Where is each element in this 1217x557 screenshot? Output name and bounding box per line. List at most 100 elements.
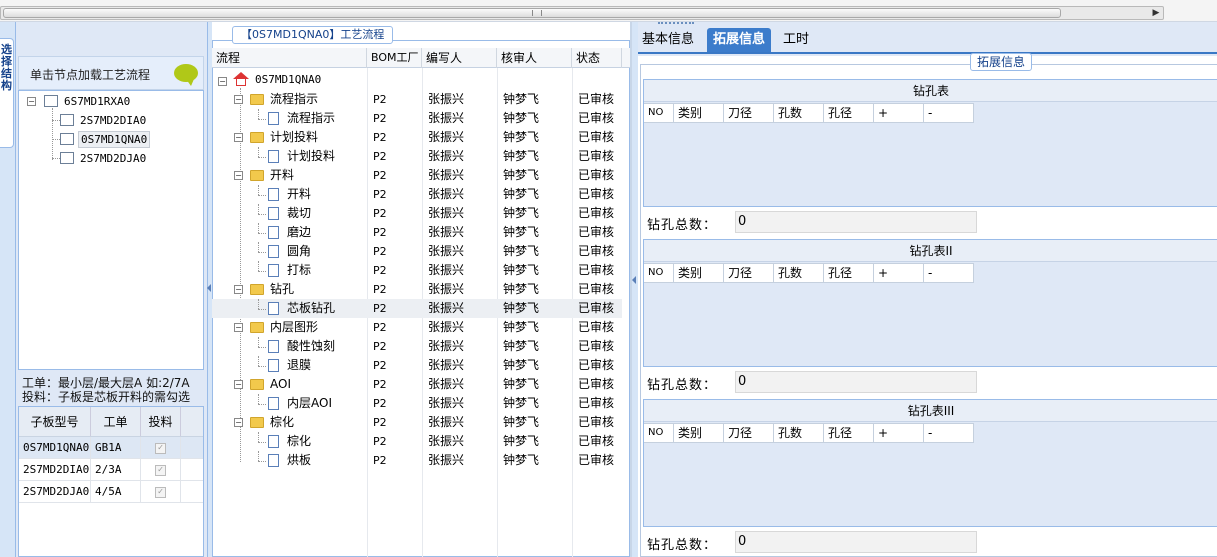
table-row[interactable]: 流程指示 P2 张振兴 钟梦飞 已审核 [212,109,622,128]
table-row[interactable]: 0S7MD1QNA0 GB1A ✓ [19,437,203,459]
col-header-bom[interactable]: BOM工厂 [367,48,422,68]
col-header[interactable]: 刀径 [724,423,774,443]
tree-node-child[interactable]: 2S7MD2DJA0 [80,152,146,165]
tree-collapse-icon[interactable]: − [27,97,36,106]
col-header[interactable]: 类别 [674,103,724,123]
tree-collapse-icon[interactable]: − [234,323,243,332]
folder-icon [250,379,264,390]
col-header[interactable]: 孔径 [824,263,874,283]
col-header-writer[interactable]: 编写人 [422,48,497,68]
col-header[interactable]: NO [644,263,674,283]
col-header[interactable]: 类别 [674,263,724,283]
cell-reviewer: 钟梦飞 [503,377,540,391]
drill-total-field[interactable]: 0 [735,531,977,553]
feed-checkbox[interactable]: ✓ [155,464,166,476]
cell-status: 已审核 [578,187,615,201]
table-row[interactable]: 裁切 P2 张振兴 钟梦飞 已审核 [212,204,622,223]
collapse-right-icon[interactable] [632,276,636,284]
col-header[interactable]: + [874,103,924,123]
col-header[interactable]: NO [644,103,674,123]
col-header[interactable]: - [924,263,974,283]
cell-reviewer: 钟梦飞 [503,111,540,125]
col-header[interactable]: 孔数 [774,423,824,443]
col-header[interactable]: 子板型号 [19,407,91,436]
cell-order[interactable]: 4/5A [91,481,141,502]
document-icon [268,397,279,410]
col-header[interactable]: - [924,103,974,123]
table-row[interactable]: − 内层图形 P2 张振兴 钟梦飞 已审核 [212,318,622,337]
scroll-right-icon[interactable]: ▶ [1149,7,1163,19]
process-step-name: 圆角 [287,244,312,258]
cell-order[interactable]: GB1A [91,437,141,458]
collapse-left-icon[interactable] [207,284,211,292]
table-row[interactable]: 内层AOI P2 张振兴 钟梦飞 已审核 [212,394,622,413]
col-header[interactable]: 投料 [141,407,181,436]
table-row[interactable]: − 开料 P2 张振兴 钟梦飞 已审核 [212,166,622,185]
col-header[interactable]: 工单 [91,407,141,436]
tab-extended-info[interactable]: 拓展信息 [707,28,772,52]
table-row[interactable]: − 钻孔 P2 张振兴 钟梦飞 已审核 [212,280,622,299]
col-header[interactable]: 孔数 [774,263,824,283]
col-header[interactable]: 孔径 [824,423,874,443]
drag-handle-icon[interactable] [658,22,694,26]
tree-collapse-icon[interactable]: − [234,171,243,180]
col-header[interactable]: 孔数 [774,103,824,123]
table-row[interactable]: 磨边 P2 张振兴 钟梦飞 已审核 [212,223,622,242]
feed-checkbox[interactable]: ✓ [155,442,166,454]
col-header-reviewer[interactable]: 核审人 [497,48,572,68]
col-header-status[interactable]: 状态 [572,48,622,68]
col-header[interactable]: + [874,263,924,283]
folder-icon [250,170,264,181]
table-row[interactable]: 退膜 P2 张振兴 钟梦飞 已审核 [212,356,622,375]
drill-total-field[interactable]: 0 [735,211,977,233]
col-header[interactable]: + [874,423,924,443]
table-row[interactable]: 打标 P2 张振兴 钟梦飞 已审核 [212,261,622,280]
table-row[interactable]: 开料 P2 张振兴 钟梦飞 已审核 [212,185,622,204]
table-row[interactable]: 芯板钻孔 P2 张振兴 钟梦飞 已审核 [212,299,622,318]
tree-collapse-icon[interactable]: − [234,285,243,294]
nav-tab-label: 选择结构 [1,43,12,92]
cell-status: 已审核 [578,111,615,125]
horizontal-scrollbar[interactable]: ▶ [0,6,1164,20]
tree-collapse-icon[interactable]: − [234,380,243,389]
table-row[interactable]: 计划投料 P2 张振兴 钟梦飞 已审核 [212,147,622,166]
drill-total-field[interactable]: 0 [735,371,977,393]
tree-collapse-icon[interactable]: − [218,77,227,86]
tree-node-child[interactable]: 2S7MD2DIA0 [80,114,146,127]
process-root[interactable]: 0S7MD1QNA0 [255,73,321,86]
tree-node-child-selected[interactable]: 0S7MD1QNA0 [78,131,151,148]
document-icon [268,359,279,372]
table-row[interactable]: − 棕化 P2 张振兴 钟梦飞 已审核 [212,413,622,432]
tab-working-hours[interactable]: 工时 [777,28,815,52]
table-row[interactable]: 圆角 P2 张振兴 钟梦飞 已审核 [212,242,622,261]
table-row[interactable]: 2S7MD2DJA0 4/5A ✓ [19,481,203,503]
tree-collapse-icon[interactable]: − [234,133,243,142]
col-header[interactable]: 类别 [674,423,724,443]
table-row[interactable]: 酸性蚀刻 P2 张振兴 钟梦飞 已审核 [212,337,622,356]
process-table-header: 流程 BOM工厂 编写人 核审人 状态 [212,48,630,68]
cell-writer: 张振兴 [428,149,465,163]
table-row[interactable]: − 计划投料 P2 张振兴 钟梦飞 已审核 [212,128,622,147]
tree-collapse-icon[interactable]: − [234,95,243,104]
col-header[interactable]: - [924,423,974,443]
col-header-flow[interactable]: 流程 [212,48,367,68]
col-header[interactable]: 刀径 [724,263,774,283]
cell-writer: 张振兴 [428,377,465,391]
col-header[interactable]: NO [644,423,674,443]
drill-table-title: 钻孔表III [644,400,1217,422]
col-header[interactable]: 刀径 [724,103,774,123]
feed-checkbox[interactable]: ✓ [155,486,166,498]
table-row[interactable]: − 流程指示 P2 张振兴 钟梦飞 已审核 [212,90,622,109]
scrollbar-thumb[interactable] [3,8,1061,18]
tab-basic-info[interactable]: 基本信息 [636,28,700,52]
process-step-name: 打标 [287,263,312,277]
cell-reviewer: 钟梦飞 [503,206,540,220]
table-row[interactable]: 棕化 P2 张振兴 钟梦飞 已审核 [212,432,622,451]
tree-node-root[interactable]: 6S7MD1RXA0 [64,95,130,108]
table-row[interactable]: 2S7MD2DIA0 2/3A ✓ [19,459,203,481]
cell-order[interactable]: 2/3A [91,459,141,480]
table-row[interactable]: − AOI P2 张振兴 钟梦飞 已审核 [212,375,622,394]
tree-collapse-icon[interactable]: − [234,418,243,427]
col-header[interactable]: 孔径 [824,103,874,123]
table-row[interactable]: 烘板 P2 张振兴 钟梦飞 已审核 [212,451,622,470]
